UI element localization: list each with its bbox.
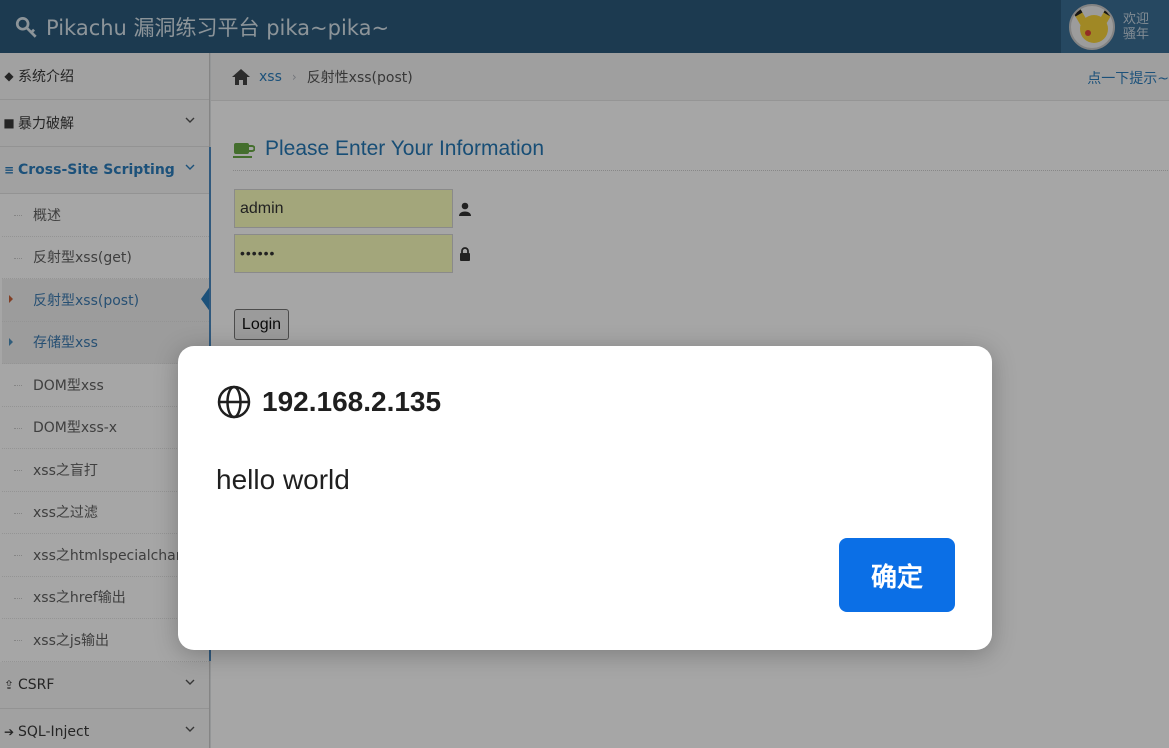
ok-button[interactable]: 确定: [839, 538, 955, 612]
dialog-origin: 192.168.2.135: [216, 384, 441, 420]
alert-dialog: 192.168.2.135 hello world 确定: [178, 346, 992, 650]
dialog-message: hello world: [216, 464, 350, 495]
globe-icon: [217, 385, 251, 419]
dialog-origin-text: 192.168.2.135: [262, 386, 442, 417]
